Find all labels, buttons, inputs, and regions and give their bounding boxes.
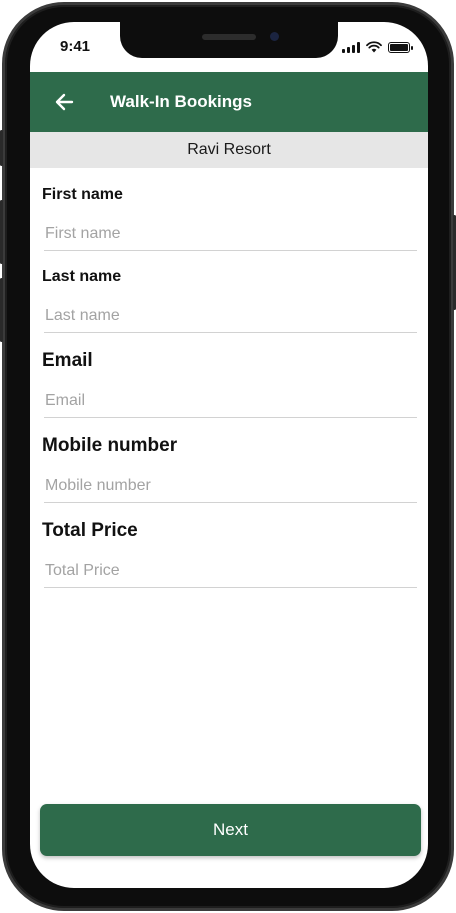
mobile-number-input[interactable] [44, 473, 417, 503]
phone-side-button-left [0, 130, 3, 166]
notch [120, 22, 338, 58]
battery-icon [388, 41, 413, 53]
phone-volume-up-button [0, 200, 3, 264]
app-bar: Walk-In Bookings [30, 72, 428, 132]
front-camera [270, 32, 279, 41]
phone-screen: 9:41 Walk-In Bookings Ravi Resort First … [30, 22, 428, 888]
email-input[interactable] [44, 388, 417, 418]
status-time: 9:41 [60, 38, 91, 55]
first-name-label: First name [42, 186, 123, 203]
total-price-label: Total Price [42, 520, 138, 541]
mobile-number-label: Mobile number [42, 435, 178, 456]
email-label: Email [42, 350, 93, 371]
last-name-input[interactable] [44, 303, 417, 333]
arrow-left-icon [55, 93, 74, 111]
wifi-icon [366, 41, 382, 53]
status-bar: 9:41 [30, 22, 428, 72]
speaker-grille [202, 34, 256, 40]
status-icons [342, 41, 413, 53]
back-button[interactable] [44, 82, 84, 122]
page-title: Walk-In Bookings [110, 92, 252, 111]
resort-name-banner: Ravi Resort [30, 132, 428, 168]
last-name-label: Last name [42, 268, 122, 285]
phone-volume-down-button [0, 278, 3, 342]
next-button[interactable]: Next [40, 804, 421, 856]
cellular-signal-icon [342, 41, 360, 53]
total-price-input[interactable] [44, 558, 417, 588]
first-name-input[interactable] [44, 221, 417, 251]
